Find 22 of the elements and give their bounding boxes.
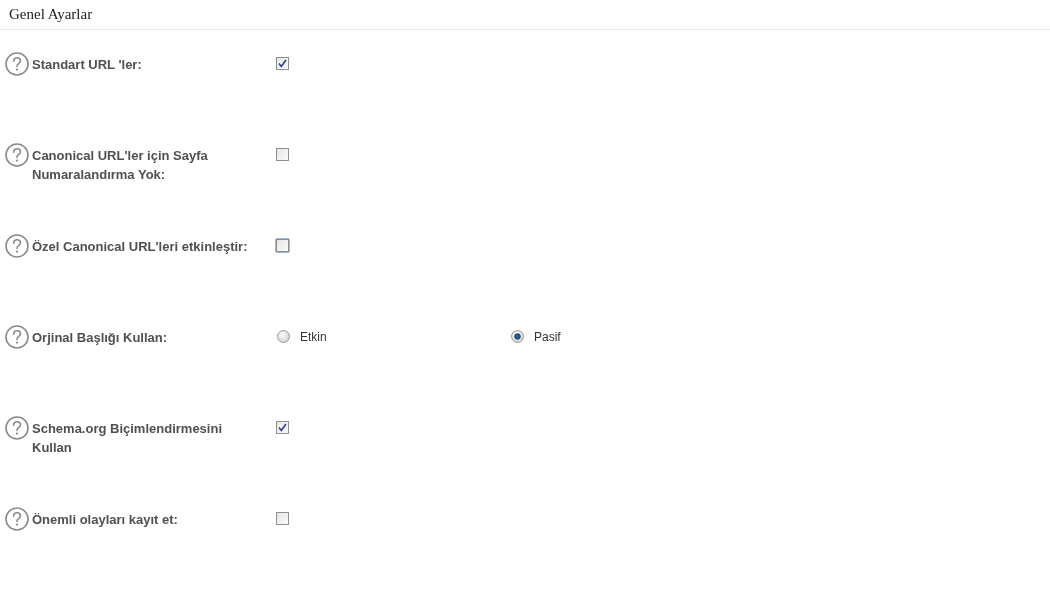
setting-label: Schema.org Biçimlendirmesini Kullan xyxy=(32,420,223,457)
setting-label: Önemli olayları kayıt et: xyxy=(32,511,179,529)
setting-label: Canonical URL'ler için Sayfa Numaralandırma Yok: xyxy=(32,147,209,184)
radio-label[interactable]: Pasif xyxy=(534,329,561,344)
help-icon[interactable] xyxy=(5,416,29,440)
checkbox[interactable] xyxy=(275,511,290,526)
radio-button[interactable] xyxy=(510,329,525,344)
help-icon[interactable] xyxy=(5,325,29,349)
radio-label[interactable]: Etkin xyxy=(300,329,327,344)
section-title: Genel Ayarlar xyxy=(9,6,93,23)
radio-button[interactable] xyxy=(276,329,291,344)
checkbox[interactable] xyxy=(275,238,290,253)
checkbox[interactable] xyxy=(275,420,290,435)
setting-label: Orjinal Başlığı Kullan: xyxy=(32,329,169,347)
checkbox[interactable] xyxy=(275,147,290,162)
help-icon[interactable] xyxy=(5,234,29,258)
help-icon[interactable] xyxy=(5,507,29,531)
checkbox[interactable] xyxy=(275,56,290,71)
help-icon[interactable] xyxy=(5,143,29,167)
help-icon[interactable] xyxy=(5,52,29,76)
setting-label: Standart URL 'ler: xyxy=(32,56,143,74)
setting-label: Özel Canonical URL'leri etkinleştir: xyxy=(32,238,249,256)
